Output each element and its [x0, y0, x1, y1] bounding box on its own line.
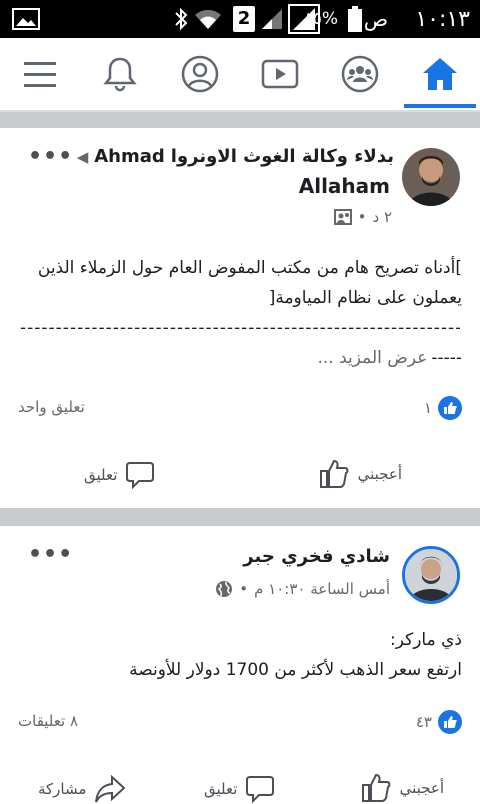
author-name[interactable]: Allaham	[299, 174, 390, 198]
author-name-first[interactable]: Ahmad	[94, 146, 165, 167]
post-meta: ٢ د •	[333, 208, 392, 226]
groups-button[interactable]	[320, 38, 400, 110]
like-reaction-icon	[438, 396, 462, 420]
bell-icon	[103, 57, 137, 92]
wifi-icon	[194, 0, 222, 38]
group-icon	[333, 209, 352, 225]
feed-post: شادي فخري جبر أمس الساعة ١٠:٣٠ م • ••• ذ…	[0, 526, 480, 804]
watch-button[interactable]	[240, 38, 320, 110]
sim-slot-icon: 2	[233, 0, 255, 38]
see-more-link[interactable]: ... عرض المزيد	[317, 348, 427, 368]
like-label: أعجبني	[357, 465, 402, 483]
comment-button[interactable]: تعليق	[84, 460, 155, 490]
feed-divider	[0, 112, 480, 128]
like-count: ١	[423, 399, 432, 417]
like-label: أعجبني	[399, 779, 444, 797]
post-text-line: يعملون على نظام المياومة[	[268, 288, 462, 308]
more-options-button[interactable]: •••	[28, 144, 73, 169]
meta-dot: •	[357, 208, 367, 226]
comments-count[interactable]: تعليق واحد	[18, 398, 85, 416]
gallery-icon	[12, 0, 40, 38]
share-label: مشاركة	[38, 780, 87, 798]
menu-button[interactable]	[0, 38, 80, 110]
comments-count[interactable]: ٨ تعليقات	[18, 712, 78, 730]
thumbs-up-icon	[319, 459, 349, 488]
reactions-count[interactable]: ١	[424, 396, 462, 420]
groups-icon	[341, 55, 379, 93]
battery-percent: ٨٥%	[303, 9, 338, 29]
post-text-line: ذي ماركر:	[390, 630, 462, 650]
globe-icon	[216, 581, 233, 597]
home-icon	[423, 58, 457, 90]
feed-divider	[0, 508, 480, 526]
profile-icon	[181, 55, 219, 93]
post-time[interactable]: ٢ د	[372, 208, 392, 226]
author-name[interactable]: شادي فخري جبر	[243, 546, 390, 567]
post-text-line: ]أدناه تصريح هام من مكتب المفوض العام حو…	[37, 258, 462, 278]
post-text-line: ----------------------------------------…	[20, 318, 460, 338]
comment-label: تعليق	[84, 466, 118, 484]
home-button[interactable]	[400, 38, 480, 110]
more-options-button[interactable]: •••	[28, 542, 73, 567]
meta-dot: •	[239, 580, 249, 598]
avatar[interactable]	[402, 148, 460, 206]
comment-label: تعليق	[204, 780, 238, 798]
thumbs-up-icon	[361, 773, 391, 802]
battery-icon	[348, 0, 362, 38]
video-play-icon	[261, 59, 299, 89]
status-bar: 2 ٨٥% ص ١٠:١٣	[0, 0, 480, 38]
menu-icon	[24, 62, 56, 87]
notifications-button[interactable]	[80, 38, 160, 110]
feed-post: ◀ Ahmad بدلاء وكالة الغوث الاونروا Allah…	[0, 128, 480, 508]
comment-icon	[126, 462, 155, 490]
signal-icon	[260, 0, 284, 38]
like-button[interactable]: أعجبني	[318, 458, 402, 490]
post-time[interactable]: أمس الساعة ١٠:٣٠ م	[254, 580, 390, 598]
post-text-line: ارتفع سعر الذهب لأكثر من 1700 دولار للأو…	[129, 660, 462, 680]
clock: ١٠:١٣	[415, 6, 470, 32]
like-reaction-icon	[438, 710, 462, 734]
bluetooth-icon	[172, 0, 190, 38]
group-name[interactable]: بدلاء وكالة الغوث الاونروا	[171, 146, 394, 167]
active-tab-indicator	[404, 104, 476, 108]
share-arrow-icon: ◀	[76, 147, 89, 166]
am-pm: ص	[363, 7, 388, 31]
post-text-line: -----	[431, 348, 462, 368]
like-button[interactable]: أعجبني	[360, 772, 444, 804]
like-count: ٤٣	[415, 713, 432, 731]
avatar[interactable]	[402, 546, 460, 604]
reactions-count[interactable]: ٤٣	[416, 710, 462, 734]
profile-button[interactable]	[160, 38, 240, 110]
post-meta: أمس الساعة ١٠:٣٠ م •	[215, 580, 390, 598]
top-nav-bar	[0, 38, 480, 112]
